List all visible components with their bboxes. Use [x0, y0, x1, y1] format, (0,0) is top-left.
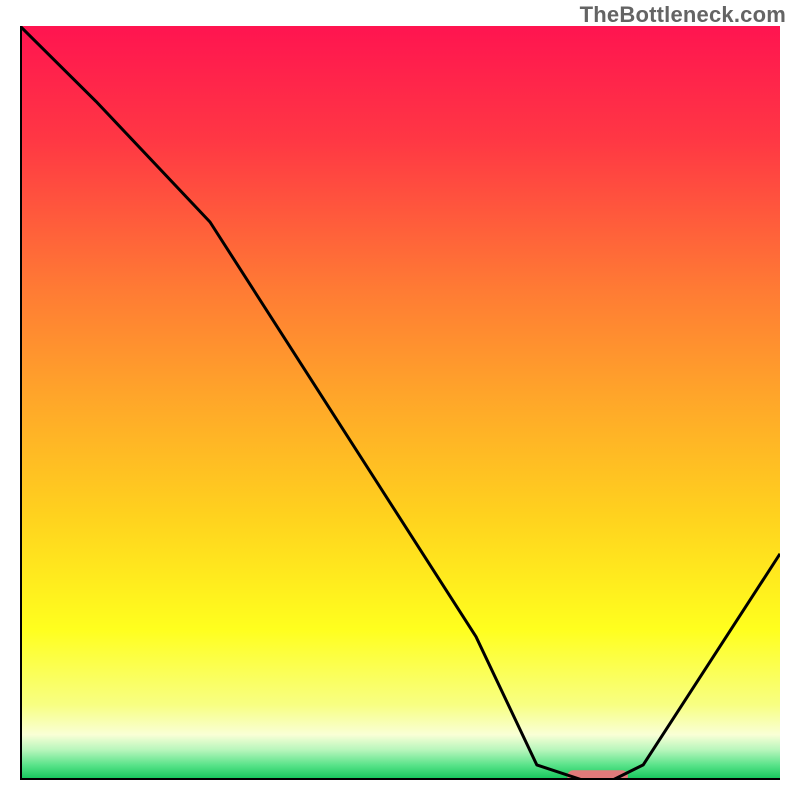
watermark-text: TheBottleneck.com — [580, 2, 786, 28]
chart-container: TheBottleneck.com — [0, 0, 800, 800]
chart-svg — [20, 26, 780, 780]
gradient-background — [20, 26, 780, 780]
plot-area — [20, 26, 780, 780]
